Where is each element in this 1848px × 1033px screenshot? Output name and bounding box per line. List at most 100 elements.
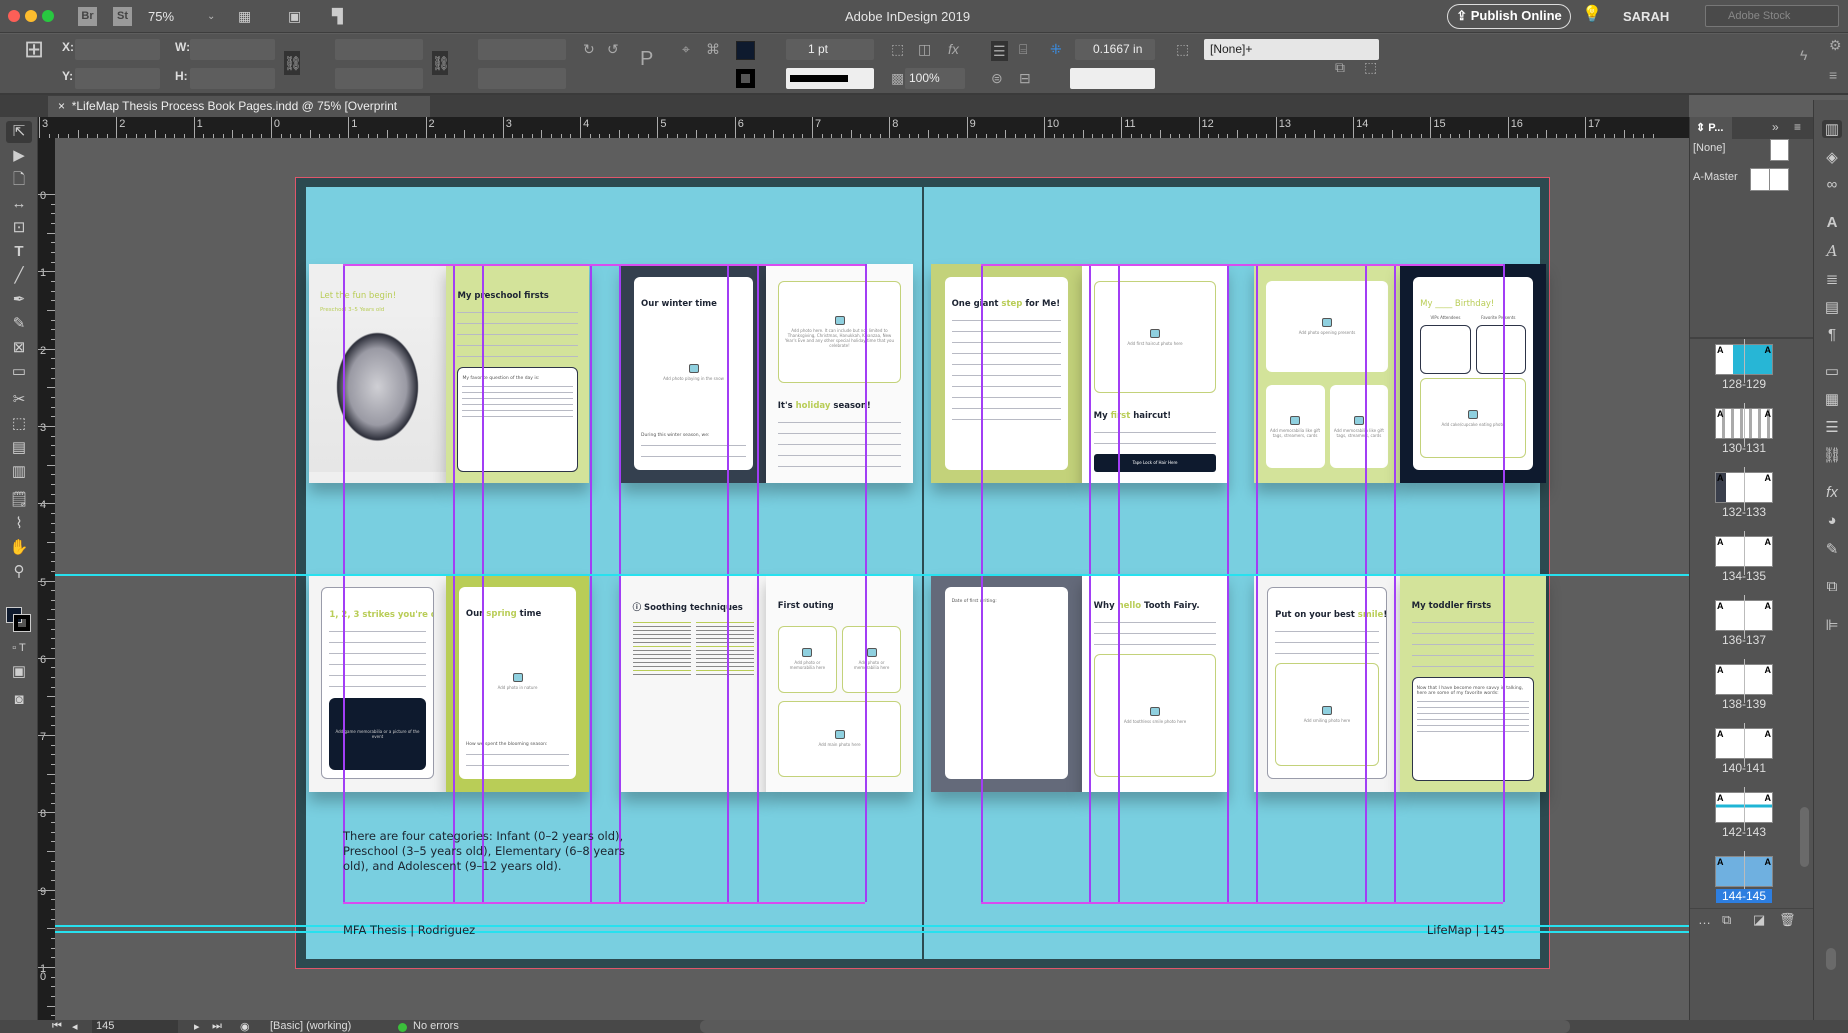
rotation-field[interactable]	[478, 39, 566, 60]
stroke-swatch[interactable]	[736, 69, 755, 88]
direct-selection-tool-icon[interactable]: ▶	[6, 145, 32, 167]
quick-apply-icon[interactable]: ϟ	[1800, 47, 1807, 63]
document-tab[interactable]: × *LifeMap Thesis Process Book Pages.ind…	[48, 96, 430, 134]
canvas-vertical-scrollbar[interactable]	[1826, 948, 1836, 970]
constrain-scale-link-icon[interactable]: ⛓	[432, 51, 450, 75]
gap-tool-icon[interactable]: ↔	[6, 193, 32, 215]
clear-overrides-icon[interactable]: ⧉	[1335, 59, 1345, 75]
preflight-errors[interactable]: No errors	[413, 1020, 459, 1032]
bridge-button[interactable]: Br	[78, 7, 97, 26]
arrange-documents-icon[interactable]: ▜	[332, 8, 343, 24]
select-content-icon[interactable]: ⌘	[706, 41, 720, 57]
links-icon[interactable]: ⛓	[1822, 446, 1842, 464]
preflight-profile[interactable]: [Basic] (working)	[270, 1020, 351, 1032]
offset-field[interactable]: 0.1667 in	[1075, 39, 1155, 60]
layers-icon[interactable]: ◈	[1822, 148, 1842, 166]
trash-icon[interactable]: 🗑	[1779, 912, 1796, 928]
y-field[interactable]	[75, 68, 160, 89]
pages-scrollbar[interactable]	[1800, 807, 1809, 867]
preflight-icon[interactable]: ✎	[1822, 540, 1842, 558]
spread-label[interactable]: 138-139	[1706, 697, 1782, 711]
x-field[interactable]	[75, 39, 160, 60]
previous-page-icon[interactable]: ◂	[72, 1020, 78, 1033]
last-page-icon[interactable]: ⏭	[212, 1020, 222, 1033]
break-link-icon[interactable]: ⬚	[1364, 59, 1377, 75]
scale-y-field[interactable]	[335, 68, 423, 89]
page-tool-icon[interactable]: 🗋	[6, 169, 32, 191]
spread-label[interactable]: 128-129	[1706, 377, 1782, 391]
close-tab-icon[interactable]: ×	[58, 99, 65, 113]
rotate-cw-icon[interactable]: ↻	[583, 41, 595, 57]
frame-fitting-icon[interactable]: ⬚	[891, 41, 904, 57]
fx-icon[interactable]: fx	[948, 41, 959, 57]
formatting-affects-text-icon[interactable]: ▫ T	[6, 637, 32, 659]
new-page-icon[interactable]: ◪	[1753, 912, 1765, 928]
scissors-tool-icon[interactable]: ✂	[6, 389, 32, 411]
edit-page-size-icon[interactable]: ⧉	[1722, 912, 1731, 928]
pages-panel-icon[interactable]: ▥	[1822, 120, 1842, 138]
pen-tool-icon[interactable]: ✒	[6, 289, 32, 311]
table-icon[interactable]: ▦	[1822, 390, 1842, 408]
a-master[interactable]: A-Master	[1693, 171, 1738, 183]
stroke-color-icon[interactable]	[13, 614, 31, 632]
constrain-proportions-link-icon[interactable]: ⛓	[284, 51, 302, 75]
spread-label[interactable]: 134-135	[1706, 569, 1782, 583]
stroke-icon[interactable]: ☰	[1822, 418, 1842, 436]
rectangle-tool-icon[interactable]: ▭	[6, 361, 32, 383]
line-tool-icon[interactable]: ╱	[6, 265, 32, 287]
horizontal-ruler[interactable]: 3 2 1 0 1 2 3 4 5 6 7 8 9 10 11 12 13 14 15 16 17	[38, 117, 1689, 138]
stroke-type-dropdown[interactable]	[786, 68, 874, 89]
panel-menu-icon[interactable]: ≡	[1829, 67, 1837, 83]
spread-thumbnail[interactable]: AA	[1715, 851, 1773, 895]
jump-object-icon[interactable]: ⊜	[991, 70, 1003, 86]
spread-thumbnail[interactable]: AA	[1715, 659, 1773, 703]
user-menu[interactable]: SARAH	[1623, 9, 1669, 24]
paragraph-icon[interactable]: ¶	[1822, 326, 1842, 343]
eyedropper-tool-icon[interactable]: ⌇	[6, 513, 32, 535]
none-master-thumbnail[interactable]	[1770, 139, 1789, 161]
character-icon[interactable]: A	[1822, 214, 1842, 231]
paragraph-styles-icon[interactable]: ▤	[1822, 298, 1842, 316]
publish-online-button[interactable]: ⇪ Publish Online	[1447, 4, 1571, 29]
reference-point-icon[interactable]: ⊞	[24, 38, 44, 62]
rectangle-frame-tool-icon[interactable]: ⊠	[6, 337, 32, 359]
scale-x-field[interactable]	[335, 39, 423, 60]
page-size-icon[interactable]: …	[1698, 912, 1711, 927]
horizontal-scrollbar[interactable]	[700, 1020, 1570, 1033]
cc-libraries-icon[interactable]: ∞	[1822, 176, 1842, 193]
spread-label[interactable]: 130-131	[1706, 441, 1782, 455]
character-styles-icon[interactable]: A	[1822, 242, 1842, 260]
panel-divider[interactable]	[1690, 337, 1814, 339]
rotate-ccw-icon[interactable]: ↺	[607, 41, 619, 57]
content-collector-icon[interactable]: ⊡	[6, 217, 32, 239]
a-master-thumbnail[interactable]	[1750, 168, 1789, 191]
normal-view-icon[interactable]: ▣	[6, 661, 32, 683]
spread-thumbnail[interactable]: AA	[1715, 339, 1773, 383]
pages-panel-tab[interactable]: ⇕ P...	[1690, 117, 1732, 139]
gradient-swatch-tool-icon[interactable]: ▤	[6, 437, 32, 459]
text-wrap-icon[interactable]: ☰	[991, 41, 1008, 61]
pathfinder-icon[interactable]: ⧉	[1822, 578, 1842, 595]
text-wrap-icon[interactable]: ≣	[1822, 270, 1842, 288]
select-container-icon[interactable]: ⌖	[682, 41, 690, 57]
spread-thumbnail[interactable]: AA	[1715, 787, 1773, 831]
width-field[interactable]	[190, 39, 275, 60]
opacity-field[interactable]: 100%	[905, 68, 965, 89]
selection-tool-icon[interactable]: ⇱	[6, 121, 32, 143]
auto-fit-icon[interactable]: ⁜	[1050, 41, 1062, 57]
view-options-icon[interactable]: ▦	[238, 8, 251, 24]
zoom-window-button[interactable]	[42, 10, 54, 22]
type-tool-icon[interactable]: T	[6, 241, 32, 263]
spread-thumbnail[interactable]: AA	[1715, 723, 1773, 767]
vertical-ruler[interactable]: 01234567891 0	[38, 138, 55, 1020]
stock-button[interactable]: St	[113, 7, 132, 26]
spread-thumbnail[interactable]: AA	[1715, 403, 1773, 447]
lightbulb-icon[interactable]: 💡	[1582, 7, 1602, 23]
screen-mode-icon[interactable]: ▣	[288, 8, 301, 24]
drop-shadow-icon[interactable]: ◫	[918, 41, 931, 57]
gradient-feather-tool-icon[interactable]: ▥	[6, 461, 32, 483]
spread-label[interactable]: 144-145	[1716, 889, 1772, 903]
page-number-field[interactable]: 145	[92, 1020, 178, 1033]
first-page-icon[interactable]: ⏮	[52, 1020, 62, 1033]
spread-label[interactable]: 140-141	[1706, 761, 1782, 775]
